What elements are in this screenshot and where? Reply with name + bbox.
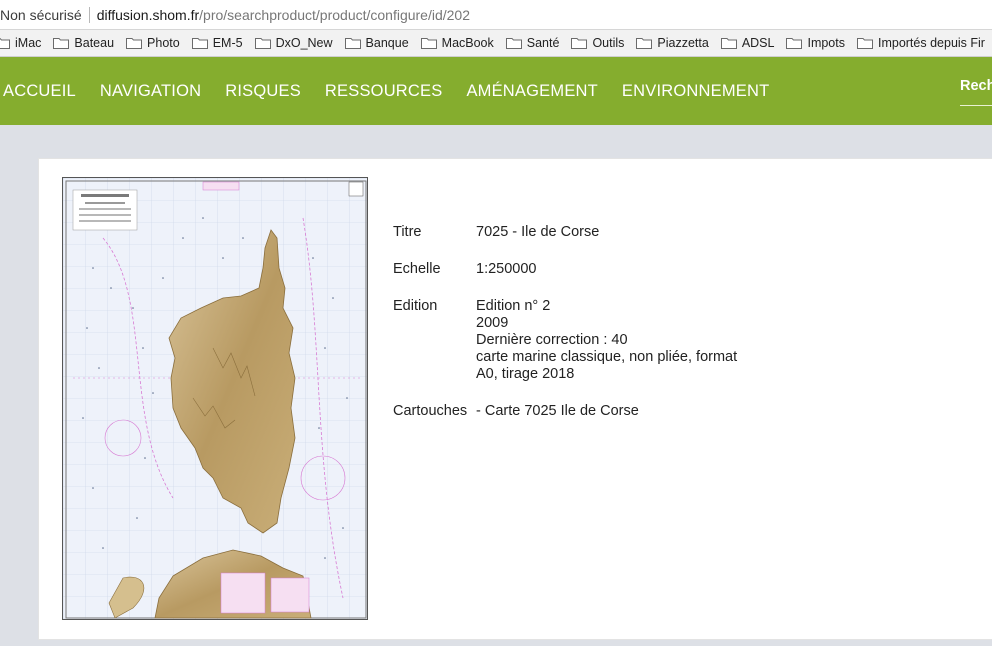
bookmark-item[interactable]: Piazzetta — [636, 36, 709, 50]
folder-icon — [126, 37, 143, 49]
bookmark-item[interactable]: Photo — [126, 36, 180, 50]
folder-icon — [254, 37, 271, 49]
bookmark-label: Outils — [592, 36, 625, 50]
folder-icon — [636, 37, 653, 49]
bookmark-item[interactable]: ADSL — [720, 36, 775, 50]
detail-label: Echelle — [393, 261, 441, 277]
url-host[interactable]: diffusion.shom.fr — [97, 7, 199, 23]
bookmark-item[interactable]: DxO_New — [254, 36, 333, 50]
folder-icon — [856, 37, 873, 49]
bookmark-label: Piazzetta — [657, 36, 709, 50]
nav-item-environnement[interactable]: ENVIRONNEMENT — [622, 82, 769, 101]
bookmark-item[interactable]: iMac — [0, 36, 41, 50]
folder-icon — [505, 37, 522, 49]
detail-line: Dernière correction : 40 — [476, 332, 628, 348]
folder-icon — [0, 37, 10, 49]
nautical-chart-icon — [63, 178, 367, 619]
detail-label: Titre — [393, 224, 422, 240]
detail-line: 2009 — [476, 315, 509, 331]
address-bar[interactable]: Non sécurisé diffusion.shom.fr/pro/searc… — [0, 0, 992, 30]
nav-item-risques[interactable]: RISQUES — [225, 82, 301, 101]
product-details: Titre 7025 - Ile de Corse Echelle 1:2500… — [393, 224, 737, 440]
bookmark-label: Santé — [526, 36, 560, 50]
main-nav: ACCUEIL NAVIGATION RISQUES RESSOURCES AM… — [0, 57, 992, 125]
bookmark-item[interactable]: Santé — [505, 36, 560, 50]
detail-line: 7025 - Ile de Corse — [476, 224, 600, 240]
detail-label: Cartouches — [393, 403, 468, 419]
folder-icon — [191, 37, 208, 49]
nav-item-ressources[interactable]: RESSOURCES — [325, 82, 443, 101]
detail-line: Edition n° 2 — [476, 298, 551, 314]
detail-line: 1:250000 — [476, 261, 537, 277]
security-indicator[interactable]: Non sécurisé — [0, 7, 82, 23]
bookmark-label: MacBook — [441, 36, 494, 50]
folder-icon — [53, 37, 70, 49]
bookmark-item[interactable]: Banque — [344, 36, 409, 50]
bookmark-label: Banque — [365, 36, 409, 50]
detail-value: Edition n° 2 2009 Dernière correction : … — [476, 298, 737, 383]
folder-icon — [786, 37, 803, 49]
bookmark-item[interactable]: EM-5 — [191, 36, 243, 50]
detail-value: 7025 - Ile de Corse — [476, 224, 599, 241]
address-separator — [88, 6, 90, 23]
detail-value: - Carte 7025 Ile de Corse — [476, 403, 639, 420]
search-link[interactable]: Rech — [960, 78, 992, 94]
search-underline — [960, 105, 992, 106]
bookmark-label: iMac — [15, 36, 42, 50]
bookmark-item[interactable]: Outils — [571, 36, 624, 50]
detail-row-echelle: Echelle 1:250000 — [393, 261, 737, 278]
url-path[interactable]: /pro/searchproduct/product/configure/id/… — [199, 7, 470, 23]
product-image[interactable] — [62, 177, 368, 620]
bookmark-item[interactable]: MacBook — [420, 36, 494, 50]
detail-value: 1:250000 — [476, 261, 536, 278]
detail-row-cartouches: Cartouches - Carte 7025 Ile de Corse — [393, 403, 737, 420]
folder-icon — [571, 37, 588, 49]
folder-icon — [420, 37, 437, 49]
detail-label: Edition — [393, 298, 438, 314]
folder-icon — [720, 37, 737, 49]
bookmark-item[interactable]: Importés depuis Fir — [856, 36, 985, 50]
bookmark-label: Photo — [147, 36, 180, 50]
bookmark-label: Importés depuis Fir — [877, 36, 985, 50]
bookmark-label: Bateau — [74, 36, 115, 50]
detail-line: - Carte 7025 Ile de Corse — [476, 403, 639, 419]
detail-line: carte marine classique, non pliée, forma… — [476, 349, 738, 365]
bookmark-label: EM-5 — [212, 36, 243, 50]
bookmarks-bar: iMac Bateau Photo EM-5 DxO_New Banque MacBook S… — [0, 30, 992, 57]
nav-item-accueil[interactable]: ACCUEIL — [3, 82, 76, 101]
folder-icon — [344, 37, 361, 49]
nav-item-navigation[interactable]: NAVIGATION — [100, 82, 201, 101]
bookmark-label: DxO_New — [275, 36, 333, 50]
nav-item-amenagement[interactable]: AMÉNAGEMENT — [466, 82, 597, 101]
detail-row-titre: Titre 7025 - Ile de Corse — [393, 224, 737, 241]
detail-line: A0, tirage 2018 — [476, 366, 575, 382]
bookmark-item[interactable]: Impots — [786, 36, 845, 50]
bookmark-label: Impots — [807, 36, 845, 50]
bookmark-item[interactable]: Bateau — [53, 36, 114, 50]
bookmark-label: ADSL — [741, 36, 775, 50]
detail-row-edition: Edition Edition n° 2 2009 Dernière corre… — [393, 298, 737, 383]
